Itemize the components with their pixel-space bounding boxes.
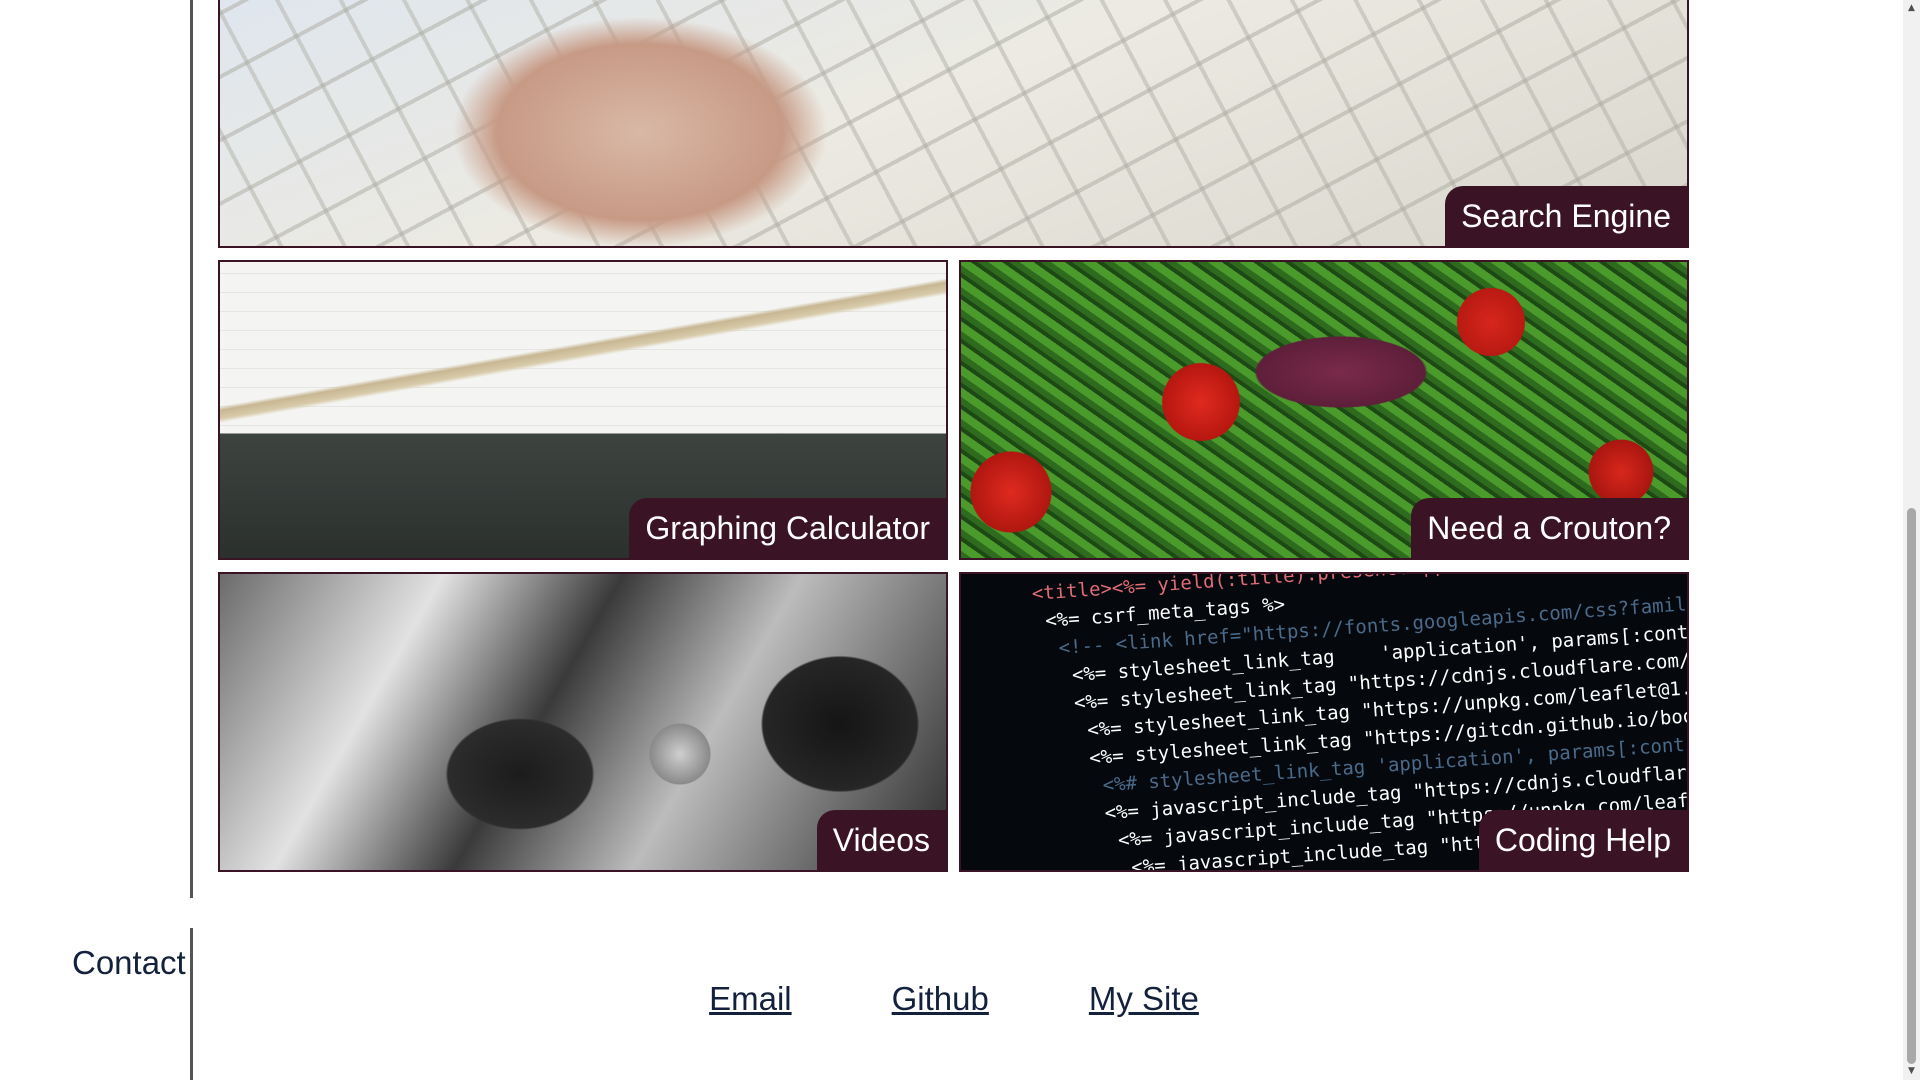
scroll-up-arrow-icon[interactable]: ▲ <box>1903 0 1920 17</box>
email-link[interactable]: Email <box>709 980 792 1017</box>
section-divider-line <box>190 0 193 898</box>
tile-label: Graphing Calculator <box>629 498 946 558</box>
tile-search-engine[interactable]: Search Engine <box>218 0 1689 248</box>
scrollbar-thumb[interactable] <box>1907 508 1916 1064</box>
page: Search Engine Graphing Calculator Need a… <box>0 0 1920 1080</box>
tile-label: Coding Help <box>1478 810 1687 870</box>
tile-coding-help[interactable]: <title><%= yield(:title).presence || "#{… <box>959 572 1689 872</box>
tile-videos[interactable]: Videos <box>218 572 948 872</box>
contact-heading: Contact <box>72 944 186 981</box>
github-link[interactable]: Github <box>892 980 989 1017</box>
tile-label: Need a Crouton? <box>1411 498 1687 558</box>
tile-graphing-calculator[interactable]: Graphing Calculator <box>218 260 948 560</box>
scroll-down-arrow-icon[interactable]: ▼ <box>1903 1063 1920 1080</box>
page-scrollbar[interactable]: ▲ ▼ <box>1903 0 1920 1080</box>
contact-links: Email Github My Site <box>0 980 1908 1018</box>
tile-label: Search Engine <box>1445 186 1687 246</box>
tile-need-a-crouton[interactable]: Need a Crouton? <box>959 260 1689 560</box>
tile-label: Videos <box>816 810 946 870</box>
my-site-link[interactable]: My Site <box>1089 980 1199 1017</box>
